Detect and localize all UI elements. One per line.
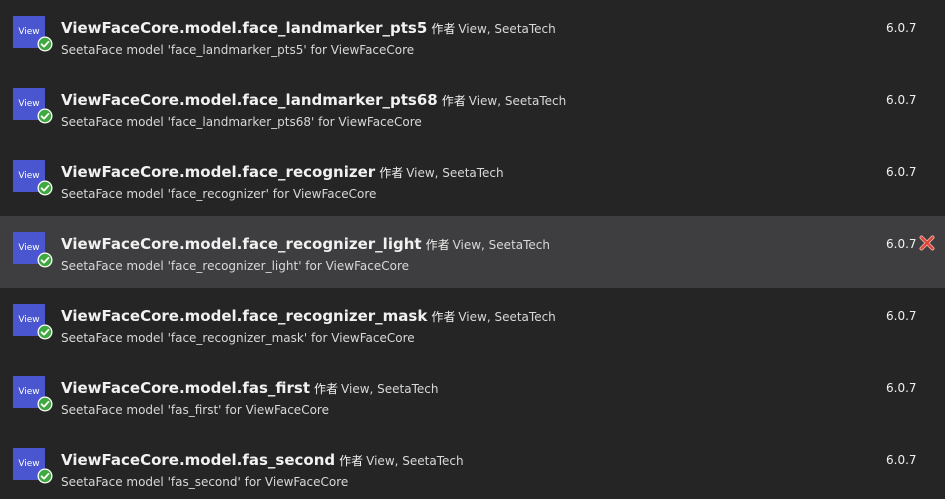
package-description: SeetaFace model 'face_recognizer_light' … [61, 259, 409, 273]
package-row[interactable]: View ViewFaceCore.model.face_landmarker_… [0, 0, 945, 72]
package-name: ViewFaceCore.model.face_recognizer_mask [61, 307, 428, 325]
installed-check-icon [37, 324, 53, 340]
package-description: SeetaFace model 'face_recognizer' for Vi… [61, 187, 377, 201]
installed-check-icon [37, 36, 53, 52]
package-name: ViewFaceCore.model.fas_first [61, 379, 311, 397]
package-version: 6.0.7 [886, 381, 917, 395]
installed-check-icon [37, 252, 53, 268]
package-version: 6.0.7 [886, 165, 917, 179]
installed-check-icon [37, 396, 53, 412]
package-title-line: ViewFaceCore.model.face_recognizer_mask 作… [61, 305, 556, 328]
package-version: 6.0.7 [886, 93, 917, 107]
package-title-line: ViewFaceCore.model.face_landmarker_pts68… [61, 89, 566, 112]
package-row[interactable]: View ViewFaceCore.model.face_recognizer 作… [0, 144, 945, 216]
author-label: 作者 [431, 22, 456, 36]
package-authors: View, SeetaTech [366, 454, 464, 468]
installed-check-icon [37, 180, 53, 196]
package-authors: View, SeetaTech [452, 238, 551, 252]
package-description: SeetaFace model 'fas_first' for ViewFace… [61, 403, 329, 417]
package-version: 6.0.7 [886, 453, 917, 467]
package-version: 6.0.7 [886, 237, 917, 251]
package-authors: View, SeetaTech [458, 310, 556, 324]
package-row[interactable]: View ViewFaceCore.model.face_landmarker_… [0, 72, 945, 144]
package-row-hovered[interactable]: View ViewFaceCore.model.face_recognizer_… [0, 216, 945, 288]
package-row[interactable]: View ViewFaceCore.model.fas_second 作者 View… [0, 432, 945, 499]
package-name: ViewFaceCore.model.face_recognizer [61, 163, 376, 181]
package-name: ViewFaceCore.model.face_recognizer_light [61, 235, 422, 253]
author-label: 作者 [425, 238, 450, 252]
package-authors: View, SeetaTech [406, 166, 504, 180]
package-name: ViewFaceCore.model.face_landmarker_pts68 [61, 91, 438, 109]
package-description: SeetaFace model 'fas_second' for ViewFac… [61, 475, 349, 489]
author-label: 作者 [441, 94, 466, 108]
package-name: ViewFaceCore.model.face_landmarker_pts5 [61, 19, 428, 37]
package-authors: View, SeetaTech [458, 22, 556, 36]
installed-check-icon [37, 468, 53, 484]
package-description: SeetaFace model 'face_landmarker_pts68' … [61, 115, 422, 129]
uninstall-x-icon[interactable] [919, 235, 935, 251]
package-title-line: ViewFaceCore.model.fas_first 作者 View, Seet… [61, 377, 438, 400]
author-label: 作者 [339, 454, 364, 468]
author-label: 作者 [431, 310, 456, 324]
package-description: SeetaFace model 'face_landmarker_pts5' f… [61, 43, 415, 57]
package-title-line: ViewFaceCore.model.face_recognizer_light… [61, 233, 550, 256]
package-description: SeetaFace model 'face_recognizer_mask' f… [61, 331, 415, 345]
package-title-line: ViewFaceCore.model.face_recognizer 作者 View… [61, 161, 504, 184]
installed-check-icon [37, 108, 53, 124]
package-name: ViewFaceCore.model.fas_second [61, 451, 336, 469]
package-title-line: ViewFaceCore.model.fas_second 作者 View, See… [61, 449, 464, 472]
package-list: View ViewFaceCore.model.face_landmarker_… [0, 0, 945, 499]
author-label: 作者 [379, 166, 404, 180]
package-authors: View, SeetaTech [468, 94, 567, 108]
package-row[interactable]: View ViewFaceCore.model.face_recognizer_… [0, 288, 945, 360]
package-authors: View, SeetaTech [341, 382, 439, 396]
author-label: 作者 [314, 382, 339, 396]
package-row[interactable]: View ViewFaceCore.model.fas_first 作者 View,… [0, 360, 945, 432]
package-version: 6.0.7 [886, 21, 917, 35]
package-title-line: ViewFaceCore.model.face_landmarker_pts5 作… [61, 17, 556, 40]
package-version: 6.0.7 [886, 309, 917, 323]
